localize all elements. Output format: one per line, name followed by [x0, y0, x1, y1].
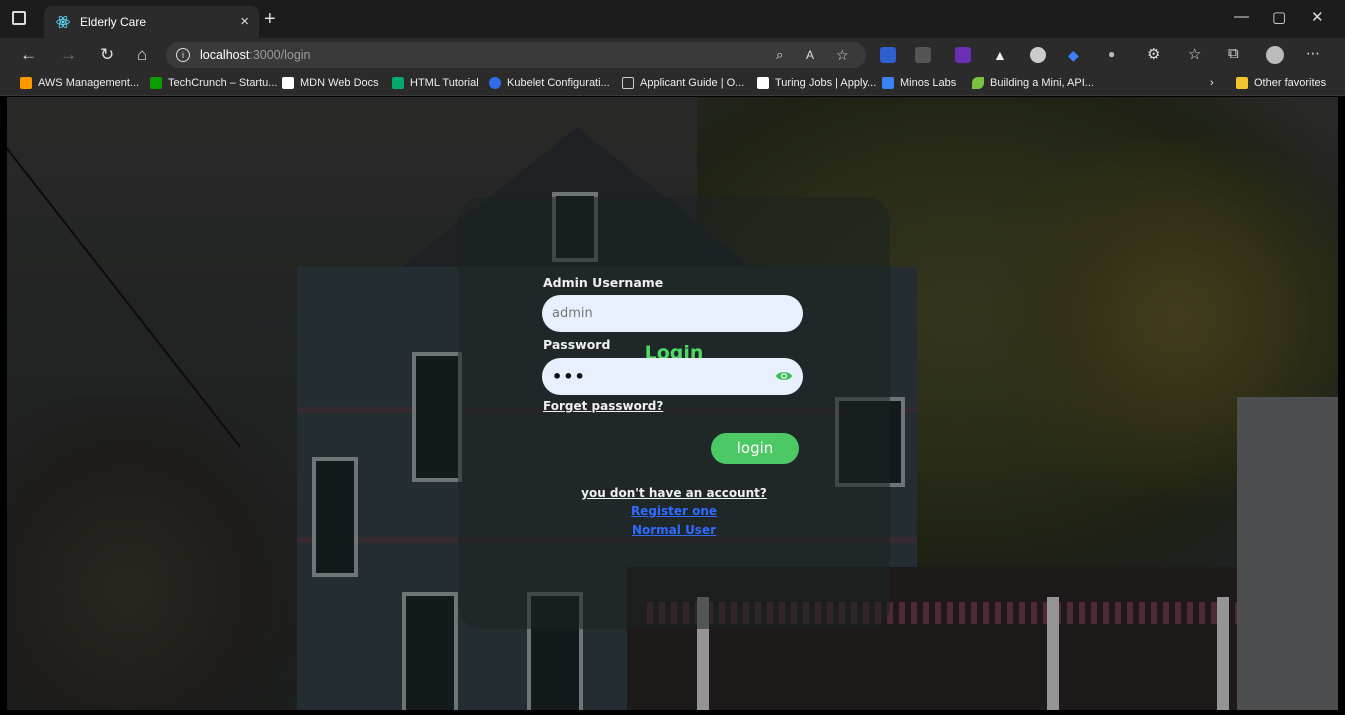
other-favorites-label: Other favorites	[1254, 77, 1327, 89]
password-value: •••	[552, 367, 586, 386]
bookmark-item[interactable]: Kubelet Configurati...	[489, 77, 610, 89]
url-input[interactable]: i localhost :3000/login	[166, 42, 866, 68]
tab-elderly-care[interactable]: Elderly Care ×	[44, 6, 259, 38]
login-button[interactable]: login	[711, 433, 799, 464]
bookmark-label: MDN Web Docs	[300, 77, 379, 89]
username-label: Admin Username	[543, 275, 664, 290]
minimize-icon[interactable]: —	[1234, 8, 1249, 25]
extension-icon[interactable]: ◆	[1068, 47, 1084, 63]
username-value: admin	[552, 306, 593, 321]
site-info-icon[interactable]: i	[176, 48, 190, 62]
folder-icon	[1236, 77, 1248, 89]
bookmark-label: Kubelet Configurati...	[507, 77, 610, 89]
extension-icon[interactable]: ●	[1108, 47, 1124, 63]
extensions-icon[interactable]: ⚙	[1147, 45, 1160, 63]
read-aloud-icon[interactable]: A	[806, 48, 814, 62]
extension-icon[interactable]: ▲	[993, 47, 1009, 63]
profile-avatar-icon[interactable]	[1266, 46, 1284, 64]
username-input[interactable]: admin	[542, 295, 803, 332]
bookmarks-bar: AWS Management... TechCrunch – Startu...…	[0, 72, 1345, 96]
new-tab-button[interactable]: +	[264, 8, 276, 31]
bookmark-label: Turing Jobs | Apply...	[775, 77, 877, 89]
password-input[interactable]: •••	[542, 358, 803, 395]
bookmark-item[interactable]: Applicant Guide | O...	[622, 77, 744, 89]
forward-icon[interactable]: →	[60, 45, 77, 65]
bookmark-label: HTML Tutorial	[410, 77, 479, 89]
url-host: localhost	[200, 48, 250, 62]
refresh-icon[interactable]: ↻	[100, 45, 114, 65]
more-menu-icon[interactable]: ⋯	[1306, 45, 1320, 62]
no-account-text: you don't have an account?	[581, 486, 767, 500]
favorite-add-icon[interactable]: ☆	[836, 47, 849, 64]
close-window-icon[interactable]: ✕	[1311, 8, 1324, 26]
w3schools-icon	[392, 77, 404, 89]
login-card: Login	[458, 197, 890, 629]
mdn-icon	[282, 77, 294, 89]
kubernetes-icon	[489, 77, 501, 89]
bookmark-label: Building a Mini, API...	[990, 77, 1094, 89]
register-link[interactable]: Register one	[458, 504, 890, 518]
bookmark-item[interactable]: Building a Mini, API...	[972, 77, 1094, 89]
bookmark-item[interactable]: AWS Management...	[20, 77, 139, 89]
close-tab-icon[interactable]: ×	[240, 13, 249, 30]
techcrunch-icon	[150, 77, 162, 89]
normal-user-link[interactable]: Normal User	[458, 523, 890, 537]
find-icon[interactable]: ⌕	[776, 47, 783, 63]
restore-icon[interactable]: ▢	[1272, 8, 1286, 26]
browser-tab-bar: Elderly Care × + — ▢ ✕	[0, 0, 1345, 38]
bookmark-label: TechCrunch – Startu...	[168, 77, 278, 89]
other-favorites-folder[interactable]: Other favorites	[1236, 77, 1326, 89]
bookmark-label: Minos Labs	[900, 77, 957, 89]
url-path: :3000/login	[249, 48, 311, 62]
tab-actions-icon[interactable]	[12, 11, 26, 25]
tab-title: Elderly Care	[80, 15, 147, 29]
extension-icon[interactable]	[1030, 47, 1046, 63]
show-password-eye-icon[interactable]	[775, 369, 793, 383]
turing-icon	[757, 77, 769, 89]
bookmark-label: AWS Management...	[38, 77, 140, 89]
home-icon[interactable]: ⌂	[137, 45, 147, 65]
extension-icon[interactable]	[955, 47, 971, 63]
page-icon	[622, 77, 634, 89]
password-label: Password	[543, 337, 611, 352]
extension-icon[interactable]	[880, 47, 896, 63]
collections-icon[interactable]: ⧉	[1228, 45, 1239, 62]
bookmark-item[interactable]: Minos Labs	[882, 77, 956, 89]
minos-labs-icon	[882, 77, 894, 89]
bookmark-item[interactable]: Turing Jobs | Apply...	[757, 77, 876, 89]
react-icon	[56, 15, 70, 29]
bookmarks-overflow-icon[interactable]: ›	[1210, 77, 1214, 89]
back-icon[interactable]: ←	[20, 45, 37, 65]
favorites-icon[interactable]: ☆	[1188, 45, 1201, 63]
bookmark-item[interactable]: MDN Web Docs	[282, 77, 379, 89]
browser-address-bar: ← → ↻ ⌂ i localhost :3000/login ⌕ A ☆ ▲ …	[0, 38, 1345, 72]
login-page: Login Admin Username admin Password ••• …	[7, 97, 1338, 710]
leaf-icon	[972, 77, 984, 89]
forget-password-link[interactable]: Forget password?	[543, 399, 663, 413]
bookmark-label: Applicant Guide | O...	[640, 77, 745, 89]
aws-icon	[20, 77, 32, 89]
extension-icon[interactable]	[915, 47, 931, 63]
bookmark-item[interactable]: TechCrunch – Startu...	[150, 77, 277, 89]
bookmark-item[interactable]: HTML Tutorial	[392, 77, 479, 89]
